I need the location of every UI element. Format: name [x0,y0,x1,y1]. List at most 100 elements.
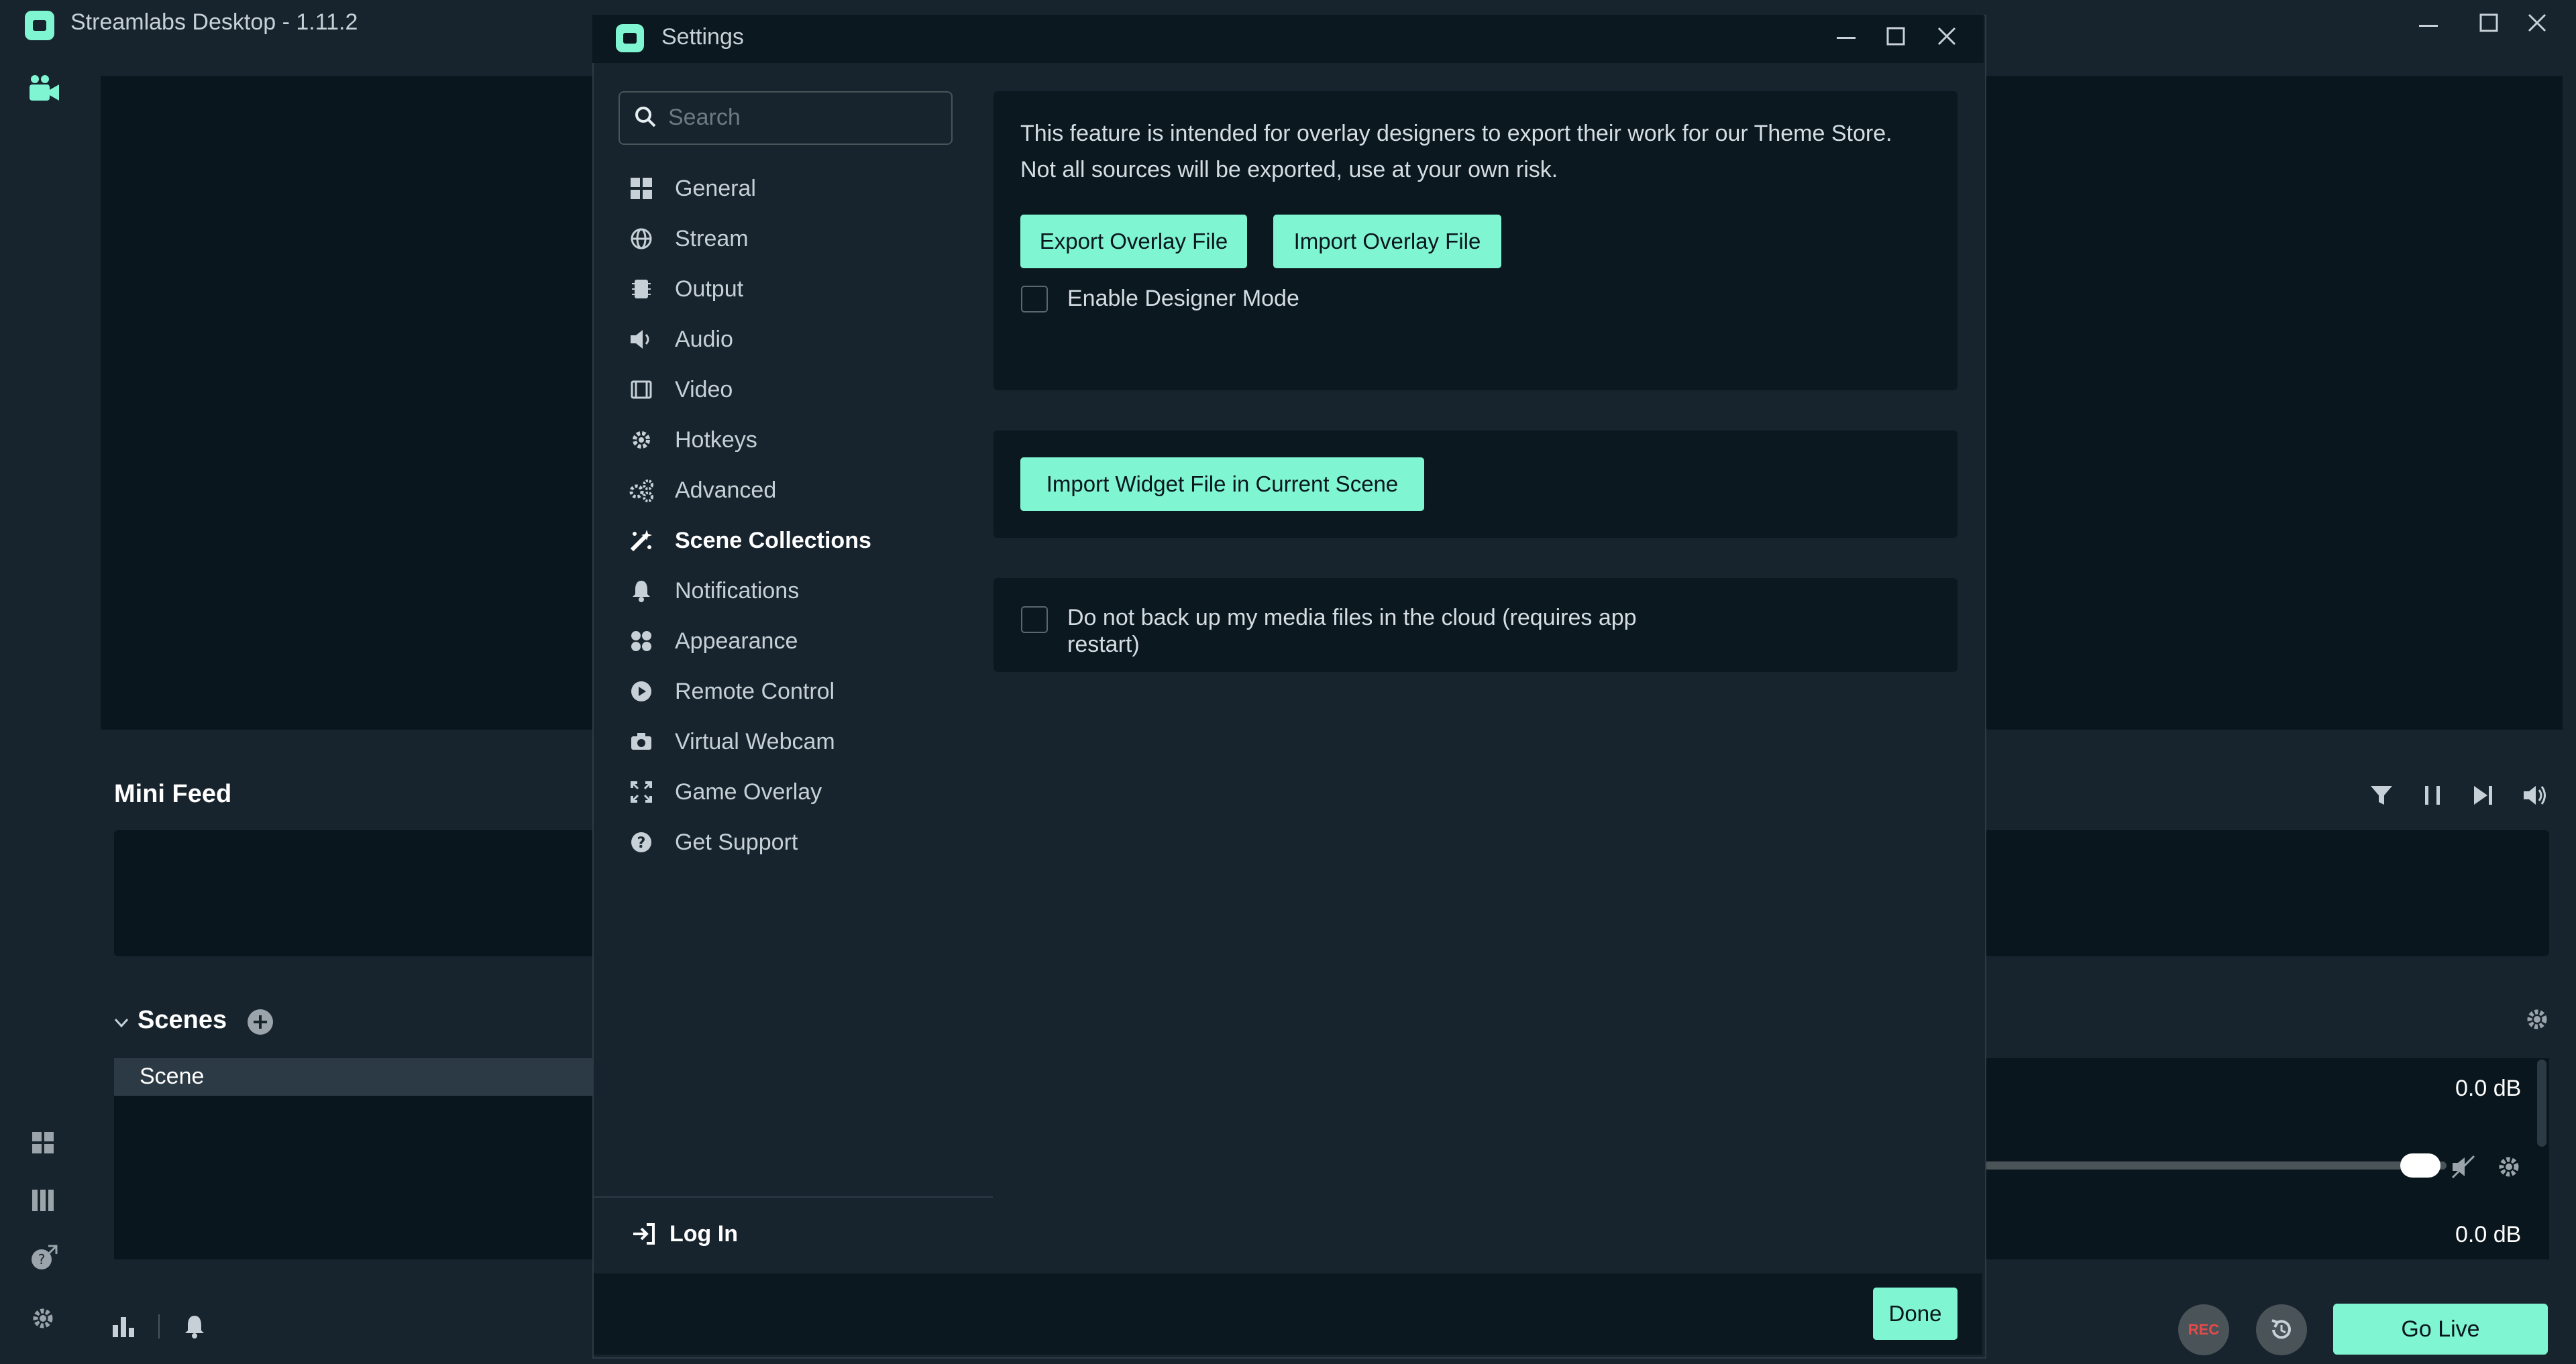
nav-label: Audio [675,326,733,352]
settings-title: Settings [661,24,744,50]
settings-search[interactable] [619,91,953,145]
export-overlay-button[interactable]: Export Overlay File [1020,215,1247,268]
replay-buffer-button[interactable] [2256,1304,2307,1355]
nav-scene-collections[interactable]: Scene Collections [628,520,977,561]
play-circle-icon [628,678,655,705]
nav-label: Scene Collections [675,527,871,553]
layout-grid-icon[interactable] [30,1129,56,1156]
grid-icon [628,175,655,202]
mini-feed-title: Mini Feed [114,780,232,808]
nav-get-support[interactable]: ? Get Support [628,821,977,863]
nav-hotkeys[interactable]: Hotkeys [628,419,977,461]
stats-chart-icon[interactable] [110,1313,137,1340]
app-title: Streamlabs Desktop - 1.11.2 [70,9,358,35]
nav-advanced[interactable]: Advanced [628,469,977,511]
left-rail [0,51,87,1364]
overlay-description-line-1: This feature is intended for overlay des… [1020,121,1892,146]
nav-label: Appearance [675,628,798,654]
login-icon [633,1223,655,1245]
login-label: Log In [669,1220,738,1247]
mixer-level-1: 0.0 dB [2455,1076,2522,1101]
gears-icon [628,477,655,504]
speaker-icon [628,326,655,353]
streamlabs-logo-icon [25,11,54,40]
replay-icon [2271,1319,2291,1339]
volume-slider-track[interactable] [1984,1161,2447,1170]
nav-label: Notifications [675,577,800,604]
camera-icon [628,728,655,755]
nav-label: Stream [675,225,749,251]
scenes-title: Scenes [138,1006,227,1034]
svg-text:?: ? [38,1251,46,1267]
close-icon[interactable] [2524,9,2551,36]
nav-label: Video [675,376,733,402]
nav-label: Virtual Webcam [675,728,835,754]
nav-remote-control[interactable]: Remote Control [628,671,977,712]
columns-icon[interactable] [30,1187,56,1214]
sidebar-divider [594,1196,993,1198]
studio-camera-icon[interactable] [27,72,62,105]
gear-icon [628,427,655,453]
nav-label: Output [675,276,744,302]
mute-icon[interactable] [2450,1153,2477,1180]
add-scene-icon[interactable] [246,1007,275,1037]
volume-slider-handle[interactable] [2400,1153,2440,1178]
nav-general[interactable]: General [628,168,977,209]
dialog-close-icon[interactable] [1933,23,1960,50]
footer-divider [158,1314,160,1339]
settings-bottom-bar [594,1273,1982,1355]
nav-game-overlay[interactable]: Game Overlay [628,771,977,813]
nav-label: Game Overlay [675,779,822,805]
dialog-maximize-icon[interactable] [1882,23,1909,50]
source-settings-gear-icon[interactable] [2496,1153,2522,1180]
nav-label: Remote Control [675,678,835,704]
go-live-button[interactable]: Go Live [2333,1304,2548,1355]
maximize-icon[interactable] [2475,9,2502,36]
film-icon [628,376,655,403]
done-button[interactable]: Done [1873,1288,1957,1340]
search-input[interactable] [667,103,938,131]
nav-label: Hotkeys [675,427,757,453]
notifications-bell-icon[interactable] [181,1313,208,1340]
nav-label: Get Support [675,829,798,855]
designer-mode-checkbox[interactable] [1021,286,1048,312]
mixer-settings-gear-icon[interactable] [2524,1006,2551,1033]
scene-label: Scene [140,1064,205,1089]
backup-checkbox[interactable] [1021,606,1048,633]
nav-appearance[interactable]: Appearance [628,620,977,662]
search-icon [635,107,656,127]
nav-stream[interactable]: Stream [628,218,977,260]
import-widget-button[interactable]: Import Widget File in Current Scene [1020,457,1424,511]
backup-label-line-1: Do not back up my media files in the clo… [1067,605,1637,630]
mixer-scrollbar[interactable] [2537,1060,2546,1147]
filter-icon[interactable] [2368,782,2395,809]
pause-icon[interactable] [2419,782,2446,809]
import-overlay-button[interactable]: Import Overlay File [1273,215,1501,268]
dialog-minimize-icon[interactable] [1833,24,1860,51]
backup-label-line-2: restart) [1067,632,1140,657]
settings-gear-icon[interactable] [30,1305,56,1332]
magic-icon [628,527,655,554]
login-button[interactable]: Log In [631,1220,738,1247]
minimize-icon[interactable] [2415,12,2442,39]
settings-titlebar [592,15,1984,63]
nav-audio[interactable]: Audio [628,319,977,360]
palette-icon [628,628,655,655]
help-external-icon[interactable]: ? [30,1243,59,1273]
mixer-level-2: 0.0 dB [2455,1222,2522,1247]
skip-next-icon[interactable] [2470,782,2497,809]
globe-icon [628,225,655,252]
nav-video[interactable]: Video [628,369,977,410]
designer-mode-label: Enable Designer Mode [1067,286,1299,311]
volume-icon[interactable] [2521,782,2548,809]
nav-label: General [675,175,756,201]
question-icon: ? [628,829,655,856]
expand-icon [628,779,655,805]
settings-logo-icon [616,24,644,52]
record-button[interactable]: REC [2178,1304,2229,1355]
chevron-down-icon[interactable] [111,1013,131,1033]
nav-output[interactable]: Output [628,268,977,310]
svg-text:?: ? [637,835,646,852]
nav-notifications[interactable]: Notifications [628,570,977,612]
nav-virtual-webcam[interactable]: Virtual Webcam [628,721,977,762]
